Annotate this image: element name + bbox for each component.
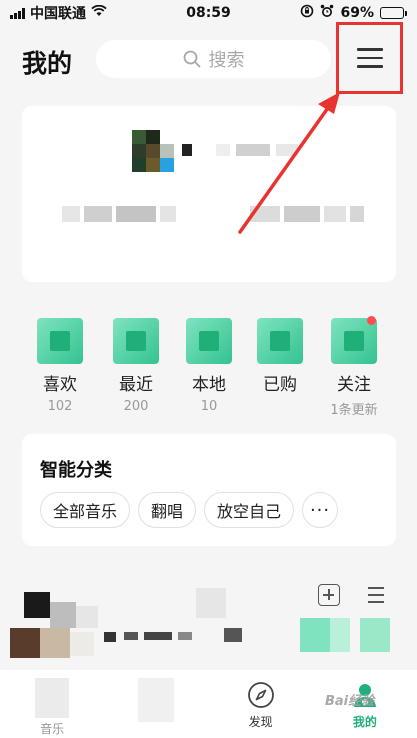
tab-label: 音乐	[40, 722, 65, 736]
music-tab-icon	[35, 678, 70, 718]
tab-second[interactable]	[104, 670, 208, 738]
tab-icon-redacted	[138, 678, 175, 722]
recent-icon	[113, 318, 159, 364]
quick-entry-count: 200	[123, 399, 149, 414]
quick-entry-following[interactable]: 关注 1条更新	[318, 300, 390, 418]
search-icon	[183, 50, 200, 68]
profile-stat-right-redacted	[250, 206, 364, 222]
tab-music[interactable]: 音乐	[0, 670, 104, 738]
carrier-label: 中国联通	[30, 6, 86, 22]
update-badge	[367, 316, 376, 325]
chip-cover[interactable]: 翻唱	[138, 492, 197, 528]
page-title: 我的	[22, 49, 73, 78]
quick-entry-local[interactable]: 本地 10	[173, 300, 245, 414]
heart-icon	[37, 318, 83, 364]
tab-discover[interactable]: 发现	[209, 670, 313, 738]
local-music-icon	[186, 318, 232, 364]
profile-stat-left-redacted	[62, 206, 176, 222]
alarm-icon	[320, 4, 334, 22]
search-placeholder: 搜索	[208, 50, 245, 71]
chip-relax[interactable]: 放空自己	[204, 492, 295, 528]
compass-icon	[247, 682, 274, 708]
quick-entry-recent[interactable]: 最近 200	[100, 300, 172, 414]
tab-label: 发现	[248, 715, 273, 729]
category-chip-row: 全部音乐 翻唱 放空自己 ···	[40, 492, 339, 528]
wifi-icon	[91, 4, 107, 21]
menu-icon	[356, 48, 383, 68]
purchased-icon	[257, 318, 303, 364]
playlist-top-redacted	[196, 588, 236, 618]
manage-playlist-icon[interactable]	[362, 584, 384, 606]
rotation-lock-icon	[300, 4, 314, 22]
quick-entry-count: 102	[47, 399, 73, 414]
playlist-section	[0, 570, 417, 670]
quick-entry-count: 1条更新	[330, 403, 378, 418]
search-input[interactable]: 搜索	[96, 40, 331, 78]
quick-entry-label: 关注	[337, 375, 371, 395]
battery-percent: 69%	[340, 5, 374, 21]
playlist-title-redacted	[104, 628, 254, 642]
quick-entry-purchased[interactable]: 已购	[244, 300, 316, 399]
smart-category-card: 智能分类 全部音乐 翻唱 放空自己 ···	[22, 434, 396, 546]
avatar[interactable]	[132, 130, 174, 172]
status-left: 中国联通	[10, 3, 107, 23]
quick-entry-count: 10	[200, 399, 218, 414]
playlist-cover-redacted[interactable]	[10, 592, 100, 672]
quick-entry-like[interactable]: 喜欢 102	[24, 300, 96, 414]
header: 我的 搜索	[0, 22, 417, 94]
tab-label: 我的	[352, 715, 377, 729]
quick-entry-row: 喜欢 102 最近 200 本地 10 已购 关注 1条更新	[22, 300, 396, 418]
menu-button[interactable]	[336, 22, 403, 94]
username-redacted	[182, 144, 298, 156]
clock: 08:59	[186, 5, 231, 21]
quick-entry-label: 喜欢	[43, 375, 77, 395]
more-categories-button[interactable]: ···	[302, 492, 339, 528]
status-right: 69%	[300, 4, 407, 22]
battery-icon	[380, 7, 407, 19]
chip-all-music[interactable]: 全部音乐	[40, 492, 131, 528]
profile-card[interactable]	[22, 106, 396, 282]
quick-entry-label: 最近	[119, 375, 153, 395]
smart-category-title: 智能分类	[40, 460, 112, 481]
signal-icon	[10, 7, 25, 19]
watermark: Bai经验	[325, 694, 375, 709]
playlist-actions	[318, 584, 384, 606]
quick-entry-label: 本地	[192, 375, 226, 395]
create-playlist-icon[interactable]	[318, 584, 340, 606]
quick-entry-label: 已购	[263, 375, 297, 395]
playlist-cover-redacted-right	[300, 618, 400, 652]
